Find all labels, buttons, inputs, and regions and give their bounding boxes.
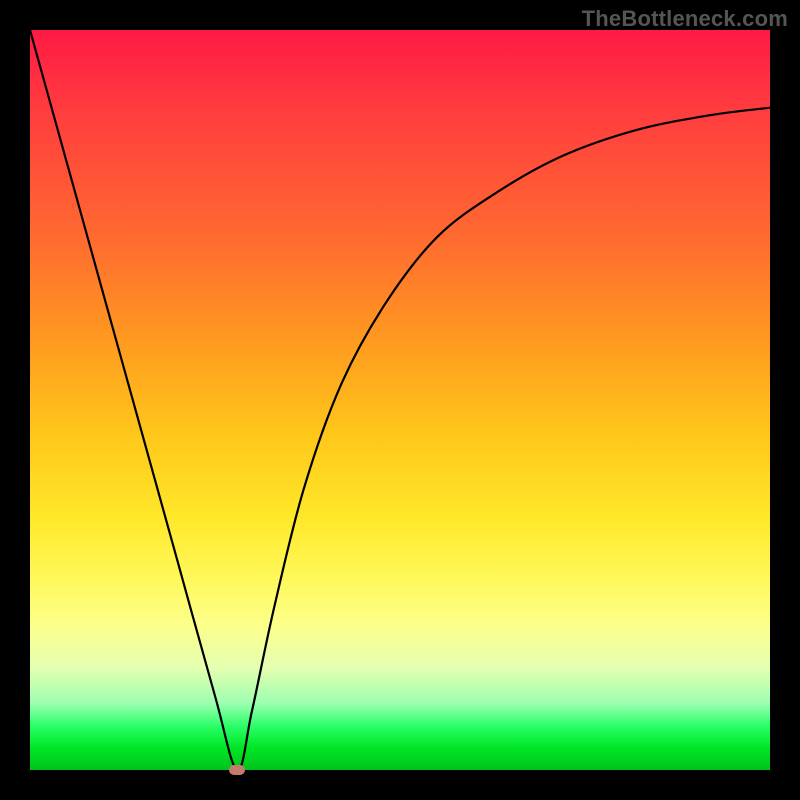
minimum-marker [229,765,245,775]
chart-frame: TheBottleneck.com [0,0,800,800]
watermark-text: TheBottleneck.com [582,6,788,32]
plot-area [30,30,770,770]
bottleneck-curve [30,30,770,770]
